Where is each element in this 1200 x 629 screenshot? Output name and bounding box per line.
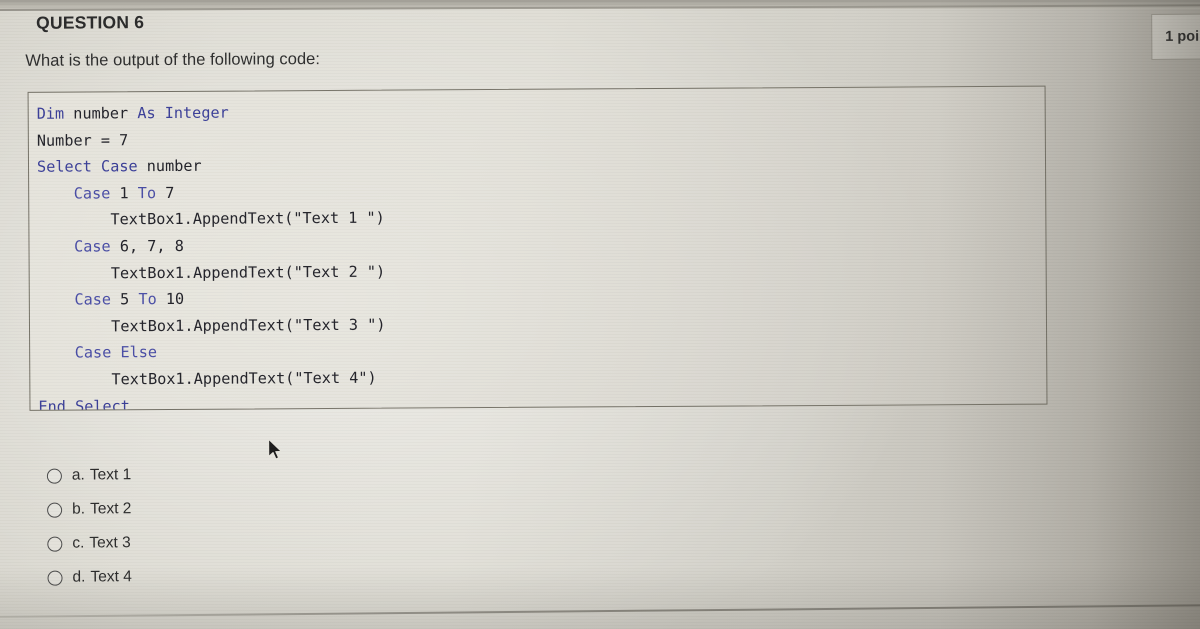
- option-letter: d.: [72, 568, 86, 586]
- code-token: 5: [110, 290, 139, 309]
- question-prompt: What is the output of the following code…: [25, 50, 321, 70]
- code-token: number: [64, 104, 138, 123]
- code-token: number: [137, 156, 202, 176]
- answer-options-list: a. Text 1 b. Text 2 c. Text 3 d. Text 4: [46, 458, 132, 595]
- code-token: Case Else: [74, 343, 158, 362]
- option-letter: b.: [72, 500, 86, 518]
- code-token: TextBox1.AppendText("Text 2 "): [37, 262, 386, 283]
- question-number-heading: QUESTION 6: [36, 12, 145, 33]
- code-token: End Select: [38, 396, 130, 411]
- option-letter: c.: [72, 534, 85, 552]
- option-label: Text 1: [89, 466, 132, 484]
- code-token: Case: [74, 290, 112, 309]
- radio-button-icon[interactable]: [47, 536, 63, 552]
- option-label: Text 4: [90, 568, 132, 586]
- radio-button-icon[interactable]: [46, 468, 62, 484]
- points-label: 1 point: [1165, 28, 1200, 45]
- code-token: Case: [73, 184, 111, 203]
- code-token: Select Case: [36, 157, 138, 176]
- code-token: 1: [110, 183, 138, 203]
- code-token: Case: [74, 237, 111, 256]
- quiz-screenshot: QUESTION 6 What is the output of the fol…: [0, 0, 1200, 629]
- radio-button-icon[interactable]: [47, 502, 63, 518]
- answer-option-b[interactable]: b. Text 2: [47, 492, 132, 527]
- answer-option-a[interactable]: a. Text 1: [46, 458, 132, 493]
- radio-button-icon[interactable]: [47, 570, 63, 586]
- answer-option-d[interactable]: d. Text 4: [47, 560, 132, 595]
- code-token: 10: [156, 290, 185, 309]
- code-token: Number = 7: [36, 130, 129, 150]
- quiz-content: QUESTION 6 What is the output of the fol…: [0, 0, 1200, 629]
- code-token: TextBox1.AppendText("Text 1 "): [37, 209, 385, 230]
- code-token: To: [138, 290, 157, 309]
- option-letter: a.: [71, 466, 85, 484]
- points-badge: 1 point: [1151, 13, 1200, 60]
- code-token: As Integer: [137, 103, 229, 123]
- code-token: TextBox1.AppendText("Text 3 "): [37, 315, 386, 336]
- code-token: To: [137, 183, 157, 202]
- answer-option-c[interactable]: c. Text 3: [47, 526, 132, 561]
- code-token: Dim: [36, 104, 65, 123]
- code-block: Dim number As Integer Number = 7 Select Ca…: [27, 85, 1048, 411]
- code-token: TextBox1.AppendText("Text 4"): [38, 368, 377, 389]
- option-label: Text 2: [89, 500, 132, 518]
- option-label: Text 3: [89, 534, 131, 552]
- mouse-cursor-icon: [268, 438, 282, 460]
- code-token: 6, 7, 8: [110, 236, 184, 256]
- code-token: 7: [156, 183, 175, 202]
